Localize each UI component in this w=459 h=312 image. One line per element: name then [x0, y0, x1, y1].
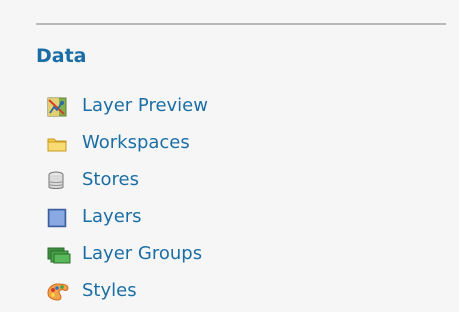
sidebar-item-label: Stores [82, 168, 139, 190]
sidebar-item-styles[interactable]: Styles [36, 273, 208, 310]
section-divider [36, 23, 446, 25]
layers-icon [36, 204, 82, 232]
sidebar-item-stores[interactable]: Stores [36, 162, 208, 199]
sidebar-item-label: Layer Groups [82, 242, 203, 264]
sidebar-item-workspaces[interactable]: Workspaces [36, 125, 208, 162]
layer-preview-icon [36, 93, 82, 121]
data-section-title: Data [36, 45, 87, 67]
sidebar-item-label: Styles [82, 279, 137, 301]
styles-palette-icon [36, 278, 82, 306]
sidebar-item-label: Layers [82, 205, 142, 227]
data-sidebar-panel: Data Layer Preview Workspaces Stores Lay… [0, 0, 459, 312]
sidebar-item-layers[interactable]: Layers [36, 199, 208, 236]
sidebar-item-label: Layer Preview [82, 94, 208, 116]
sidebar-item-layer-preview[interactable]: Layer Preview [36, 88, 208, 125]
sidebar-item-label: Workspaces [82, 131, 190, 153]
data-nav-list: Layer Preview Workspaces Stores Layers L… [36, 88, 208, 310]
layer-groups-icon [36, 241, 82, 269]
workspaces-folder-icon [36, 130, 82, 158]
stores-database-icon [36, 167, 82, 195]
sidebar-item-layer-groups[interactable]: Layer Groups [36, 236, 208, 273]
